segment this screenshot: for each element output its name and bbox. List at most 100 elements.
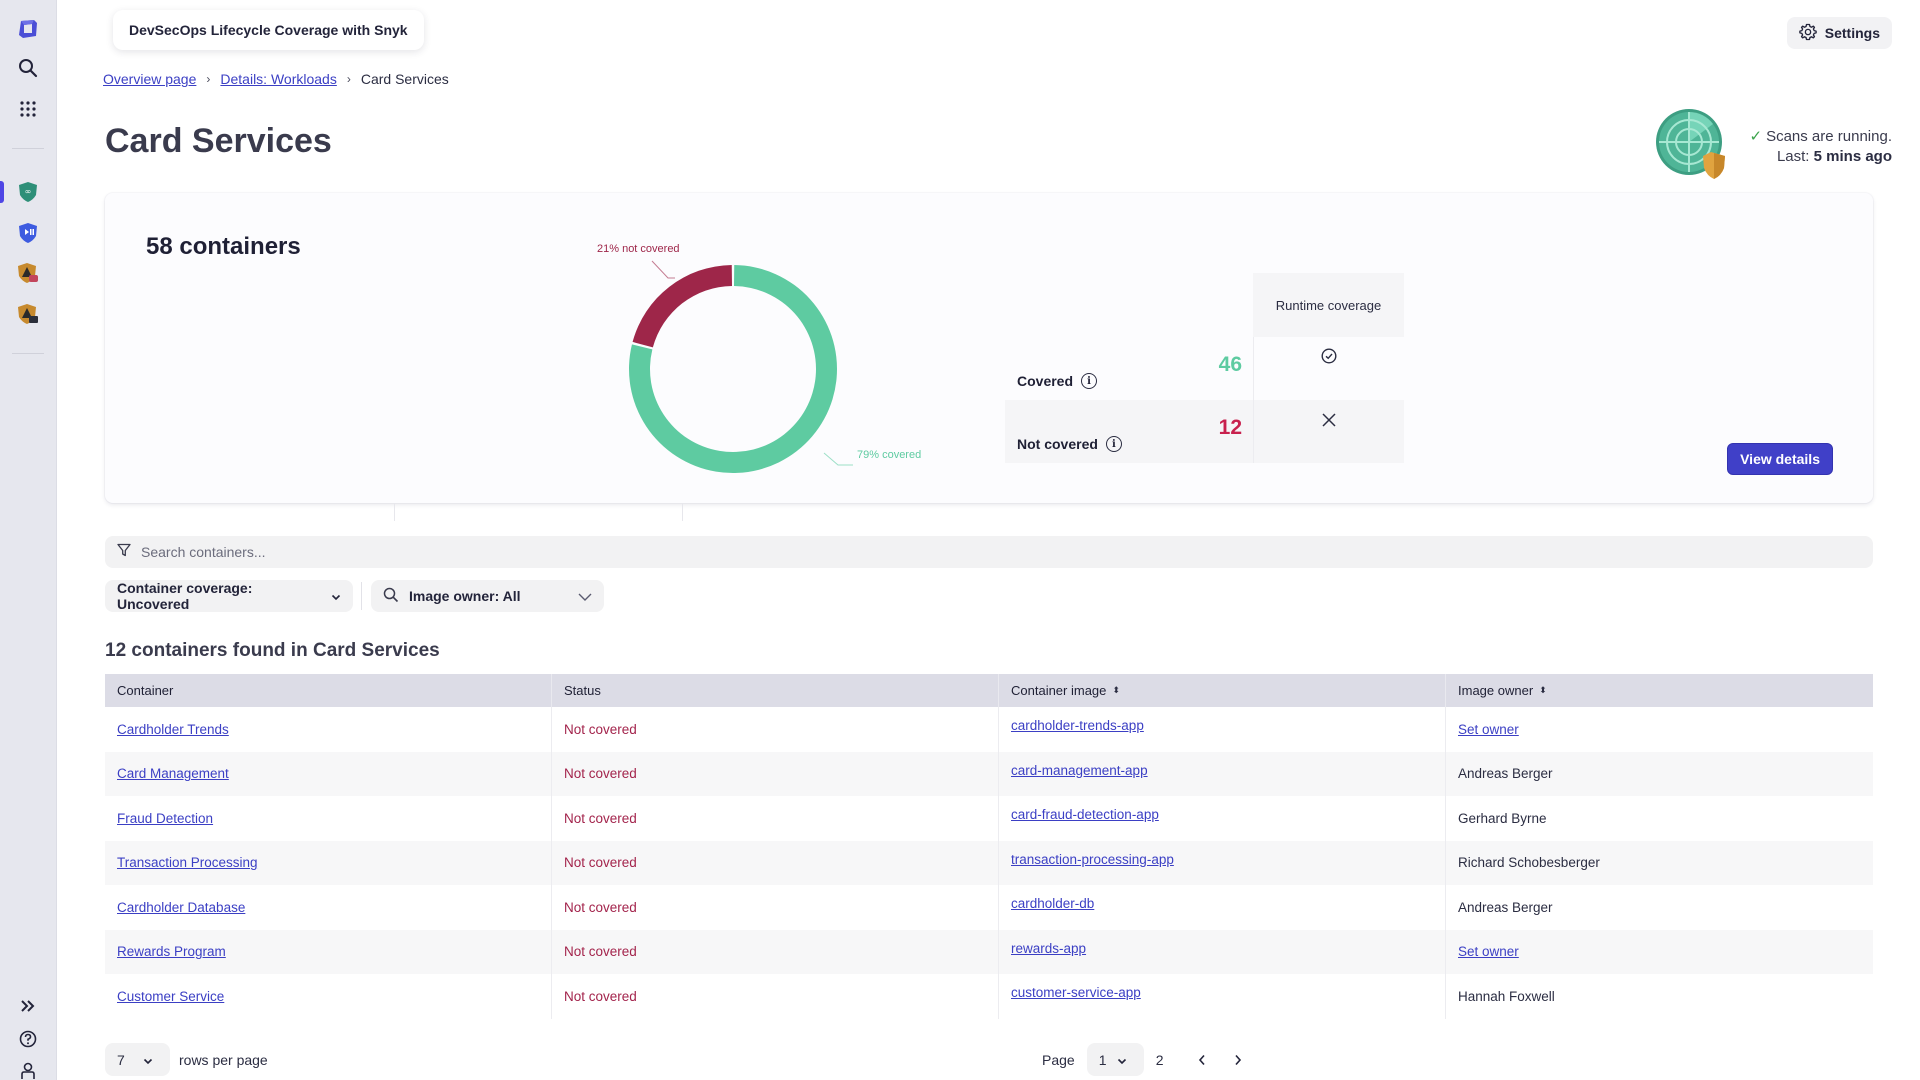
- svg-text:∞: ∞: [25, 187, 32, 196]
- not-covered-row: Not covered i 12: [1005, 400, 1404, 463]
- set-owner-link[interactable]: Set owner: [1458, 944, 1519, 959]
- set-owner-link[interactable]: Set owner: [1458, 722, 1519, 737]
- status-text: Not covered: [564, 855, 637, 871]
- container-coverage-filter[interactable]: Container coverage: Uncovered: [105, 580, 353, 612]
- cell-status: Not covered: [552, 707, 999, 752]
- cell-container-image: customer-service-app: [999, 974, 1446, 1019]
- table-row: Cardholder Trends Not covered cardholder-t…: [105, 707, 1873, 752]
- play-shield-icon[interactable]: [16, 221, 40, 245]
- container-link[interactable]: Card Management: [117, 766, 229, 781]
- not-covered-chart-label: 21% not covered: [597, 243, 680, 255]
- search-icon[interactable]: [16, 56, 40, 80]
- settings-button[interactable]: Settings: [1786, 17, 1892, 49]
- container-link[interactable]: Customer Service: [117, 989, 224, 1004]
- alert-shield-icon[interactable]: [16, 261, 40, 285]
- info-icon[interactable]: i: [1105, 436, 1122, 452]
- apps-grid-icon[interactable]: [16, 97, 40, 121]
- cell-container-image: card-fraud-detection-app: [999, 796, 1446, 841]
- container-image-link[interactable]: rewards-app: [1011, 941, 1086, 956]
- cell-container: Customer Service: [105, 974, 552, 1019]
- cell-container-image: transaction-processing-app: [999, 840, 1446, 885]
- owner-name: Gerhard Byrne: [1458, 810, 1547, 826]
- previous-page-button[interactable]: [1190, 1048, 1214, 1072]
- dynatrace-logo-icon[interactable]: [16, 17, 40, 41]
- cell-status: Not covered: [552, 840, 999, 885]
- active-indicator: [0, 181, 4, 203]
- covered-chart-label: 79% covered: [857, 449, 922, 461]
- cell-container: Cardholder Trends: [105, 707, 552, 752]
- cell-status: Not covered: [552, 929, 999, 974]
- chevron-down-icon: [143, 1052, 153, 1068]
- page-title: Card Services: [105, 122, 332, 160]
- table-row: Customer Service Not covered customer-serv…: [105, 974, 1873, 1019]
- check-circle-icon: [1253, 337, 1404, 400]
- cell-status: Not covered: [552, 885, 999, 930]
- runtime-coverage-header: Runtime coverage: [1253, 273, 1404, 337]
- sidebar-divider: [12, 353, 44, 354]
- cell-container: Transaction Processing: [105, 840, 552, 885]
- containers-table: Container Status Container image ⬍ Image …: [105, 674, 1873, 1019]
- not-covered-slice[interactable]: [632, 265, 733, 348]
- table-header: Container Status Container image ⬍ Image …: [105, 674, 1873, 707]
- radar-shield-icon: [1655, 108, 1727, 180]
- cell-container: Card Management: [105, 751, 552, 796]
- cell-image-owner: Andreas Berger: [1446, 752, 1873, 797]
- sidebar-divider: [12, 148, 44, 149]
- cell-status: Not covered: [552, 974, 999, 1019]
- breadcrumb-workloads-link[interactable]: Details: Workloads: [220, 71, 336, 87]
- image-owner-filter[interactable]: Image owner: All: [371, 580, 604, 612]
- container-link[interactable]: Fraud Detection: [117, 811, 213, 826]
- covered-row: Covered i 46: [1005, 337, 1404, 400]
- container-link[interactable]: Transaction Processing: [117, 855, 258, 870]
- user-icon[interactable]: [16, 1059, 40, 1080]
- cell-container-image: rewards-app: [999, 929, 1446, 974]
- cell-image-owner: Richard Schobesberger: [1446, 841, 1873, 886]
- help-icon[interactable]: [16, 1027, 40, 1051]
- owner-name: Hannah Foxwell: [1458, 988, 1555, 1004]
- page-2-link[interactable]: 2: [1156, 1052, 1164, 1068]
- devsecops-shield-icon[interactable]: ∞: [16, 180, 40, 204]
- scan-last-label: Last:: [1776, 148, 1810, 165]
- covered-label: Covered: [1017, 373, 1074, 389]
- pagination: Page 1 2: [1042, 1043, 1250, 1076]
- results-title: 12 containers found in Card Services: [105, 640, 440, 661]
- status-text: Not covered: [564, 810, 637, 826]
- container-image-link[interactable]: cardholder-db: [1011, 896, 1094, 911]
- sort-icon[interactable]: ⬍: [1112, 685, 1120, 696]
- current-page: 1: [1098, 1051, 1107, 1068]
- container-image-link[interactable]: card-management-app: [1011, 763, 1148, 778]
- cell-container: Fraud Detection: [105, 796, 552, 841]
- container-image-link[interactable]: cardholder-trends-app: [1011, 718, 1144, 733]
- coverage-donut-chart: [629, 260, 853, 474]
- container-link[interactable]: Cardholder Trends: [117, 722, 229, 737]
- cell-status: Not covered: [552, 796, 999, 841]
- alert-terminal-shield-icon[interactable]: [16, 302, 40, 326]
- column-header-container-image[interactable]: Container image ⬍: [999, 674, 1446, 707]
- check-icon: ✓: [1749, 128, 1763, 145]
- sort-icon[interactable]: ⬍: [1539, 685, 1547, 696]
- rows-per-page-select[interactable]: 7: [105, 1043, 170, 1076]
- container-link[interactable]: Rewards Program: [117, 944, 226, 959]
- next-page-button[interactable]: [1226, 1048, 1250, 1072]
- search-input[interactable]: [141, 544, 1741, 560]
- column-header-image-owner[interactable]: Image owner ⬍: [1446, 674, 1873, 707]
- container-image-link[interactable]: transaction-processing-app: [1011, 852, 1174, 867]
- filter-icon: [117, 543, 131, 562]
- container-image-link[interactable]: customer-service-app: [1011, 985, 1141, 1000]
- info-icon[interactable]: i: [1081, 373, 1098, 389]
- sidebar: ∞: [0, 0, 57, 1080]
- status-text: Not covered: [564, 944, 637, 960]
- covered-count: 46: [1218, 353, 1242, 376]
- expand-icon[interactable]: [16, 994, 40, 1018]
- cell-image-owner: Set owner: [1446, 930, 1873, 975]
- coverage-filter-label: Container coverage: Uncovered: [117, 580, 253, 612]
- not-covered-leader-line: [651, 260, 675, 279]
- not-covered-label: Not covered: [1017, 436, 1098, 452]
- status-text: Not covered: [564, 721, 637, 737]
- container-link[interactable]: Cardholder Database: [117, 900, 245, 915]
- page-select[interactable]: 1: [1086, 1043, 1144, 1076]
- container-image-link[interactable]: card-fraud-detection-app: [1011, 807, 1159, 822]
- breadcrumb-overview-link[interactable]: Overview page: [103, 71, 196, 87]
- view-details-button[interactable]: View details: [1727, 443, 1833, 475]
- owner-filter-label: Image owner: All: [409, 588, 521, 604]
